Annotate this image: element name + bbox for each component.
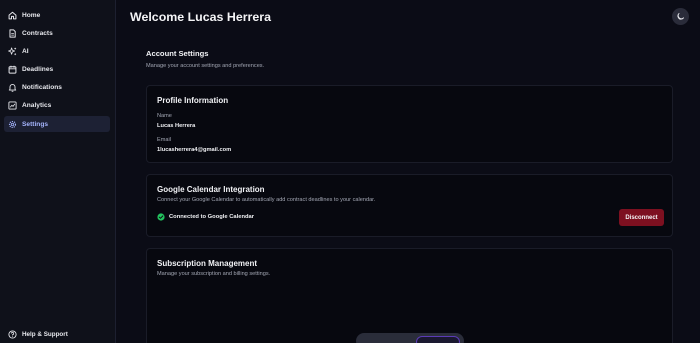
sidebar-item-settings[interactable]: Settings: [4, 116, 110, 133]
calendar-card: Google Calendar Integration Connect your…: [146, 174, 673, 237]
sidebar-item-analytics[interactable]: Analytics: [4, 98, 110, 114]
subscription-title: Subscription Management: [157, 259, 258, 268]
disconnect-button[interactable]: Disconnect: [619, 209, 664, 226]
sidebar-item-label: Settings: [22, 120, 49, 128]
name-value: Lucas Herrera: [157, 123, 196, 129]
chart-icon: [8, 101, 17, 110]
gear-icon: [8, 120, 17, 129]
sidebar-item-deadlines[interactable]: Deadlines: [4, 62, 110, 78]
sidebar-item-label: Analytics: [22, 102, 52, 110]
sidebar-nav: Home Contracts AI Deadlines Notification…: [0, 0, 115, 133]
subscription-description: Manage your subscription and billing set…: [157, 271, 271, 277]
account-settings-subtitle: Manage your account settings and prefere…: [146, 63, 265, 69]
sidebar-item-label: Notifications: [22, 84, 62, 92]
floating-toolbar-active-item[interactable]: [416, 336, 460, 343]
sparkles-icon: [8, 47, 17, 56]
profile-card: Profile Information Name Lucas Herrera E…: [146, 85, 673, 163]
help-support-label: Help & Support: [22, 330, 68, 338]
sidebar-item-label: Contracts: [22, 29, 53, 37]
sidebar-item-contracts[interactable]: Contracts: [4, 25, 110, 41]
email-value: 1lucasherrera4@gmail.com: [157, 147, 232, 153]
home-icon: [8, 11, 17, 20]
sidebar-item-notifications[interactable]: Notifications: [4, 80, 110, 96]
name-label: Name: [157, 113, 172, 119]
help-support-link[interactable]: Help & Support: [4, 327, 111, 341]
subscription-card: Subscription Management Manage your subs…: [146, 248, 673, 343]
sidebar-item-label: Home: [22, 11, 41, 19]
calendar-description: Connect your Google Calendar to automati…: [157, 197, 376, 203]
calendar-title: Google Calendar Integration: [157, 185, 265, 194]
calendar-status-text: Connected to Google Calendar: [169, 214, 255, 220]
email-label: Email: [157, 137, 171, 143]
moon-icon: [676, 12, 685, 21]
account-settings-title: Account Settings: [146, 49, 209, 58]
document-icon: [8, 29, 17, 38]
sidebar-item-home[interactable]: Home: [4, 7, 110, 23]
floating-toolbar[interactable]: [356, 333, 464, 343]
check-circle-icon: [157, 213, 165, 221]
theme-toggle-button[interactable]: [672, 8, 689, 25]
sidebar-item-label: AI: [22, 47, 29, 55]
help-icon: [8, 329, 17, 339]
page-title: Welcome Lucas Herrera: [130, 10, 271, 24]
profile-title: Profile Information: [157, 96, 229, 105]
sidebar-item-ai[interactable]: AI: [4, 43, 110, 59]
sidebar-item-label: Deadlines: [22, 66, 54, 74]
bell-icon: [8, 83, 17, 92]
sidebar: Home Contracts AI Deadlines Notification…: [0, 0, 116, 343]
calendar-status: Connected to Google Calendar: [157, 213, 254, 221]
calendar-icon: [8, 65, 17, 74]
